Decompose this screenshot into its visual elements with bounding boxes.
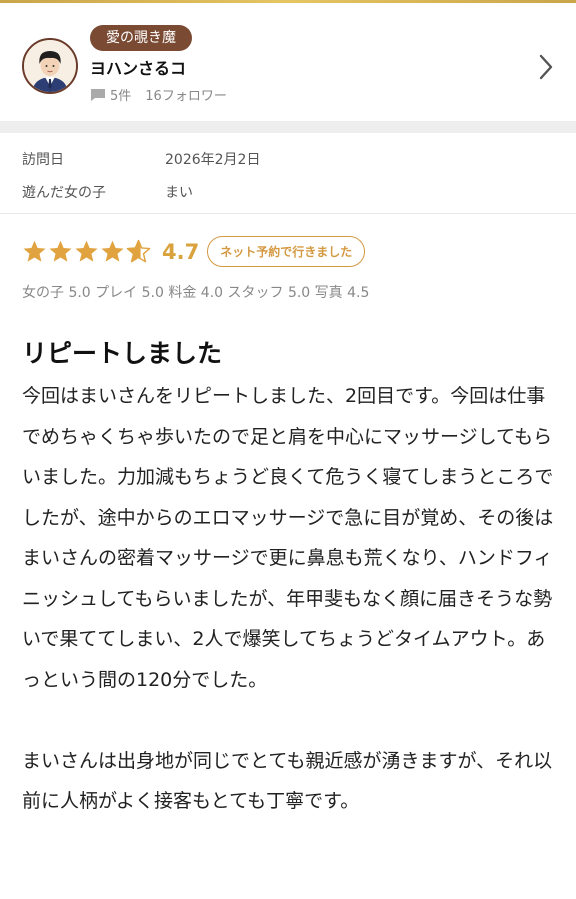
reviewer-rank-badge: 愛の覗き魔 [90,25,192,51]
section-divider [0,121,576,133]
sub-ratings: 女の子 5.0 プレイ 5.0 料金 4.0 スタッフ 5.0 写真 4.5 [22,285,370,301]
visit-date-value: 2026年2月2日 [165,152,261,168]
review-title: リピートしました [22,339,223,368]
overall-score: 4.7 [162,239,200,264]
rating-row: 4.7 ネット予約で行きました [22,236,366,267]
star-rating [22,239,152,264]
half-star-icon [126,239,151,263]
visit-girl-value: まい [165,185,193,201]
net-booking-badge: ネット予約で行きました [207,236,366,267]
visit-date-label: 訪問日 [22,152,64,168]
follower-count: 16フォロワー [145,89,227,104]
review-paragraph: まいさんは出身地が同じでとても親近感が湧きますが、それ以前に人柄がよく接客もとて… [22,749,553,813]
visit-girl-row: 遊んだ女の子 まい [22,182,193,202]
review-paragraph: 今回はまいさんをリピートしました、2回目です。今回は仕事でめちゃくちゃ歩いたので… [22,385,554,691]
visit-info: 訪問日 2026年2月2日 遊んだ女の子 まい [0,133,576,214]
avatar-illustration [24,40,76,92]
star-icon [75,240,98,262]
star-icon [49,240,72,262]
visit-girl-label: 遊んだ女の子 [22,185,106,201]
avatar[interactable] [22,38,78,94]
star-icon [101,240,124,262]
comment-icon [91,88,105,101]
reviewer-profile-card[interactable]: 愛の覗き魔 ヨハンさるコ 5件 16フォロワー [0,3,576,121]
review-count: 5件 [110,89,132,104]
chevron-right-icon[interactable] [538,53,554,81]
review-body: 今回はまいさんをリピートしました、2回目です。今回は仕事でめちゃくちゃ歩いたので… [22,376,554,822]
reviewer-name[interactable]: ヨハンさるコ [90,55,186,79]
star-icon [23,240,46,262]
reviewer-stats: 5件 16フォロワー [90,85,227,104]
visit-date-row: 訪問日 2026年2月2日 [22,149,260,169]
